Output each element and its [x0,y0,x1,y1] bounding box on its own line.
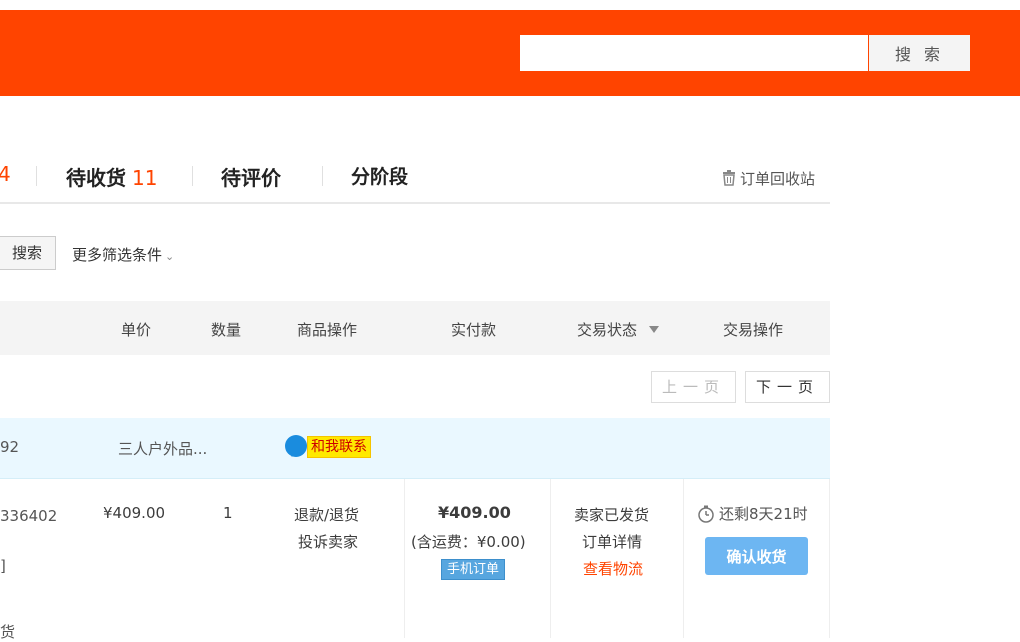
tab-label: 待收货 [66,166,126,190]
order-details-link[interactable]: 订单详情 [582,531,642,552]
header-amount-paid: 实付款 [451,321,497,339]
column-divider [683,479,684,638]
more-filters-toggle[interactable]: 更多筛选条件 ⌄ [72,244,174,265]
tab-count: 11 [132,166,158,190]
tab-count: 4 [0,162,11,186]
view-logistics-link[interactable]: 查看物流 [583,558,643,579]
recycle-bin-label: 订单回收站 [740,170,816,188]
next-page-button[interactable]: 下一页 [745,371,830,403]
shop-name-link[interactable]: 三人户外品... [118,438,207,459]
tab-pending-review[interactable]: 待评价 [221,162,281,191]
refund-return-link[interactable]: 退款/退货 [294,504,359,525]
search-input[interactable] [520,35,868,71]
table-header: 单价 数量 商品操作 实付款 交易状态 交易操作 [0,301,830,355]
mobile-order-badge: 手机订单 [441,559,505,580]
recycle-bin-link[interactable]: 订单回收站 [722,168,815,189]
shipping-note: (含运费：¥0.00) [411,533,526,551]
column-divider [550,479,551,638]
tab-pending-payment[interactable]: 4 [0,162,11,186]
complain-seller-link[interactable]: 投诉卖家 [298,531,358,552]
tabs-underline [0,202,830,204]
prev-page-button[interactable]: 上一页 [651,371,736,403]
tab-divider [322,166,323,186]
tab-divider [192,166,193,186]
header-unit-price: 单价 [121,321,152,339]
total-paid: ¥409.00 [438,503,511,522]
column-divider [829,479,830,638]
trash-icon [723,170,735,186]
tab-divider [36,166,37,186]
countdown-text: 还剩8天21时 [719,505,808,523]
confirm-receipt-button[interactable]: 确认收货 [705,537,808,575]
more-filters-label: 更多筛选条件 [72,246,163,264]
header-item-actions: 商品操作 [297,321,358,339]
countdown-timer: 还剩8天21时 [697,503,808,524]
dropdown-triangle-icon [649,326,660,333]
order-status-tabs: 4 待收货 11 待评价 分阶段 订单回收站 [0,150,830,206]
item-note-fragment: 货 [0,623,16,641]
order-header-row: 92 三人户外品... 和我联系 [0,418,830,479]
search-button[interactable]: 搜 索 [869,35,970,71]
header-quantity: 数量 [211,321,242,339]
stopwatch-icon [698,505,714,523]
header-trade-status[interactable]: 交易状态 [577,319,660,340]
tab-pending-receipt[interactable]: 待收货 11 [66,162,157,191]
header-trade-status-label: 交易状态 [577,321,638,339]
chevron-down-icon: ⌄ [165,250,175,263]
trade-status: 卖家已发货 [574,506,650,524]
quantity: 1 [223,504,233,522]
order-number: 92 [0,438,20,456]
tab-label: 分阶段 [351,166,409,188]
contact-label: 和我联系 [307,436,371,458]
chat-bubble-icon [285,435,307,457]
tab-staged[interactable]: 分阶段 [351,162,408,189]
order-body-row: 336402 ] 货 ¥409.00 1 退款/退货 投诉卖家 ¥409.00 … [0,479,830,641]
unit-price: ¥409.00 [103,504,166,522]
item-id: 336402 [0,507,58,525]
header-trade-actions: 交易操作 [723,321,784,339]
filter-search-button[interactable]: 搜索 [0,236,56,270]
tab-label: 待评价 [221,166,281,190]
column-divider [404,479,405,638]
item-snapshot-fragment: ] [0,557,6,575]
